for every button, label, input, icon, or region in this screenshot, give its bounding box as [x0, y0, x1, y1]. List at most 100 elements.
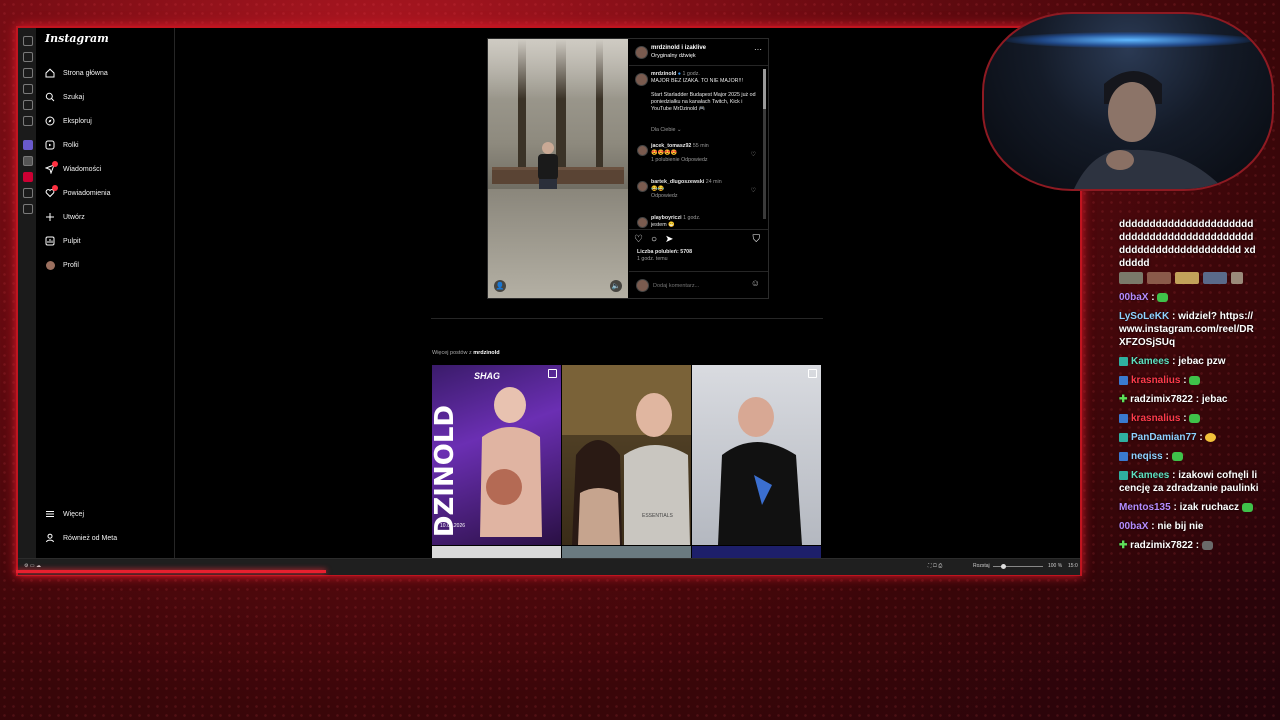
emoji-icon[interactable]: ☺ [751, 278, 760, 288]
nav-search[interactable]: Szukaj [45, 89, 84, 105]
rail-icon[interactable] [23, 116, 33, 126]
chat-text: jebac pzw [1178, 356, 1226, 367]
rail-icon[interactable] [23, 172, 33, 182]
rail-icon[interactable] [23, 68, 33, 78]
reply-link[interactable]: Odpowiedz [681, 157, 708, 163]
emote [1189, 375, 1201, 385]
grid-post[interactable] [562, 546, 691, 558]
chat-username[interactable]: Kamees [1131, 470, 1169, 481]
chat-username[interactable]: LySoLeKK [1119, 311, 1169, 322]
like-icon[interactable]: ♡ [634, 234, 643, 245]
nav-notifications[interactable]: Powiadomienia [45, 185, 110, 201]
chat-username[interactable]: krasnalius [1131, 375, 1180, 386]
comment-likes[interactable]: 1 polubienie [651, 157, 680, 163]
browser-side-rail [18, 28, 37, 558]
instagram-logo[interactable]: Instagram [45, 32, 109, 45]
comment-avatar[interactable] [637, 181, 648, 192]
badge-icon [1119, 375, 1128, 385]
comment-avatar[interactable] [637, 217, 648, 228]
comment-user[interactable]: bartek_dlugoszewski [651, 179, 704, 185]
rail-icon[interactable] [23, 100, 33, 110]
nav-create[interactable]: Utwórz [45, 209, 85, 225]
nav-profile[interactable]: Profil [45, 257, 79, 273]
reply-link[interactable]: Odpowiedz [651, 193, 678, 199]
chat-username[interactable]: Mentos135 [1119, 502, 1171, 513]
like-comment-icon[interactable]: ♡ [751, 151, 756, 158]
caption-time: 1 godz. [682, 71, 700, 77]
like-comment-icon[interactable]: ♡ [751, 187, 756, 194]
chat-username[interactable]: 00baX [1119, 521, 1148, 532]
post-author[interactable]: mrdzinold i izaklive [651, 45, 706, 51]
nav-dashboard[interactable]: Pulpit [45, 233, 81, 249]
comments-scrollbar[interactable] [763, 69, 766, 219]
emote-row [1119, 272, 1259, 285]
chat-username[interactable]: 00baX [1119, 292, 1148, 303]
rail-icon[interactable] [23, 204, 33, 214]
nav-reels[interactable]: Rolki [45, 137, 79, 153]
hoodie-text: ESSENTIALS [642, 513, 673, 519]
rail-icon[interactable] [23, 36, 33, 46]
add-comment-input[interactable] [651, 279, 745, 292]
rail-icon[interactable] [23, 156, 33, 166]
emote [1201, 540, 1213, 550]
nav-home[interactable]: Strona główna [45, 65, 108, 81]
likes-count[interactable]: Liczba polubień: 5708 [637, 249, 692, 255]
more-posts-user[interactable]: mrdzinold [473, 350, 499, 356]
emote [1241, 502, 1253, 512]
for-you-label: Dla Ciebie [651, 127, 676, 133]
grid-post[interactable] [692, 546, 821, 558]
comment-text: 😂😂 [651, 186, 665, 192]
chat-username[interactable]: krasnalius [1131, 413, 1180, 424]
chat-username[interactable]: neqiss [1131, 451, 1163, 462]
reel-icon [808, 369, 817, 378]
heart-icon [45, 185, 58, 198]
chat-message: Kamees : izakowi cofnęli licencję za zdr… [1119, 470, 1259, 494]
settings-icon[interactable]: ⚙ ▭ ☁ [24, 563, 41, 569]
badge-icon [1119, 356, 1128, 366]
rail-icon[interactable] [23, 84, 33, 94]
nav-label: Również od Meta [63, 534, 118, 542]
share-icon[interactable]: ➤ [665, 234, 673, 245]
rail-icon[interactable] [23, 52, 33, 62]
rail-icon[interactable] [23, 140, 33, 150]
rail-icon[interactable] [23, 188, 33, 198]
chat-username[interactable]: radzimix7822 [1130, 540, 1193, 551]
man-photo [718, 397, 802, 545]
for-you-toggle[interactable]: Dla Ciebie ⌄ [651, 127, 761, 134]
comment-user[interactable]: jacek_tomasz92 [651, 143, 691, 149]
author-avatar[interactable] [635, 46, 648, 59]
comment-avatar[interactable] [637, 145, 648, 156]
post-audio[interactable]: Oryginalny dźwięk [651, 53, 696, 59]
badge-icon [1119, 432, 1128, 442]
nav-messages[interactable]: Wiadomości [45, 161, 101, 177]
more-posts-label: Więcej postów z mrdzinold [432, 350, 500, 356]
chat-message: ✚ radzimix7822 : [1119, 539, 1259, 552]
nav-explore[interactable]: Eksploruj [45, 113, 92, 129]
caption-avatar[interactable] [635, 73, 648, 86]
post-card: 👤 🔈 mrdzinold i izaklive Oryginalny dźwi… [487, 38, 769, 299]
mute-icon[interactable]: 🔈 [610, 280, 622, 292]
instagram-main: 👤 🔈 mrdzinold i izaklive Oryginalny dźwi… [175, 28, 1080, 558]
chat-username[interactable]: PanDamian77 [1131, 432, 1197, 443]
grid-post[interactable] [432, 546, 561, 558]
post-video[interactable]: 👤 🔈 [488, 39, 628, 298]
chat-username[interactable]: Kamees [1131, 356, 1169, 367]
nav-more[interactable]: Więcej [45, 506, 84, 522]
nav-label: Eksploruj [63, 117, 92, 125]
nav-also-from-meta[interactable]: Również od Meta [45, 530, 117, 546]
save-icon[interactable]: ⛉ [753, 234, 761, 245]
chat-message: Mentos135 : izak ruchacz [1119, 501, 1259, 514]
more-options-icon[interactable]: ··· [754, 45, 762, 54]
grid-post[interactable]: SHAG DZINOLD 10.01.2026 [432, 365, 561, 545]
grid-post[interactable]: ESSENTIALS [562, 365, 691, 545]
chat-message: 00baX : nie bij nie [1119, 521, 1204, 532]
grid-post[interactable] [692, 365, 821, 545]
reset-label[interactable]: Rozstaj [973, 563, 990, 569]
zoom-slider-thumb[interactable] [1001, 564, 1006, 569]
caption-user[interactable]: mrdzinold [651, 71, 676, 77]
user-tag-icon[interactable]: 👤 [494, 280, 506, 292]
chat-username[interactable]: radzimix7822 [1130, 394, 1193, 405]
post-details: mrdzinold i izaklive Oryginalny dźwięk ·… [629, 39, 768, 298]
comment-icon[interactable]: ○ [651, 234, 657, 245]
comment-user[interactable]: playboyriczi [651, 215, 682, 221]
